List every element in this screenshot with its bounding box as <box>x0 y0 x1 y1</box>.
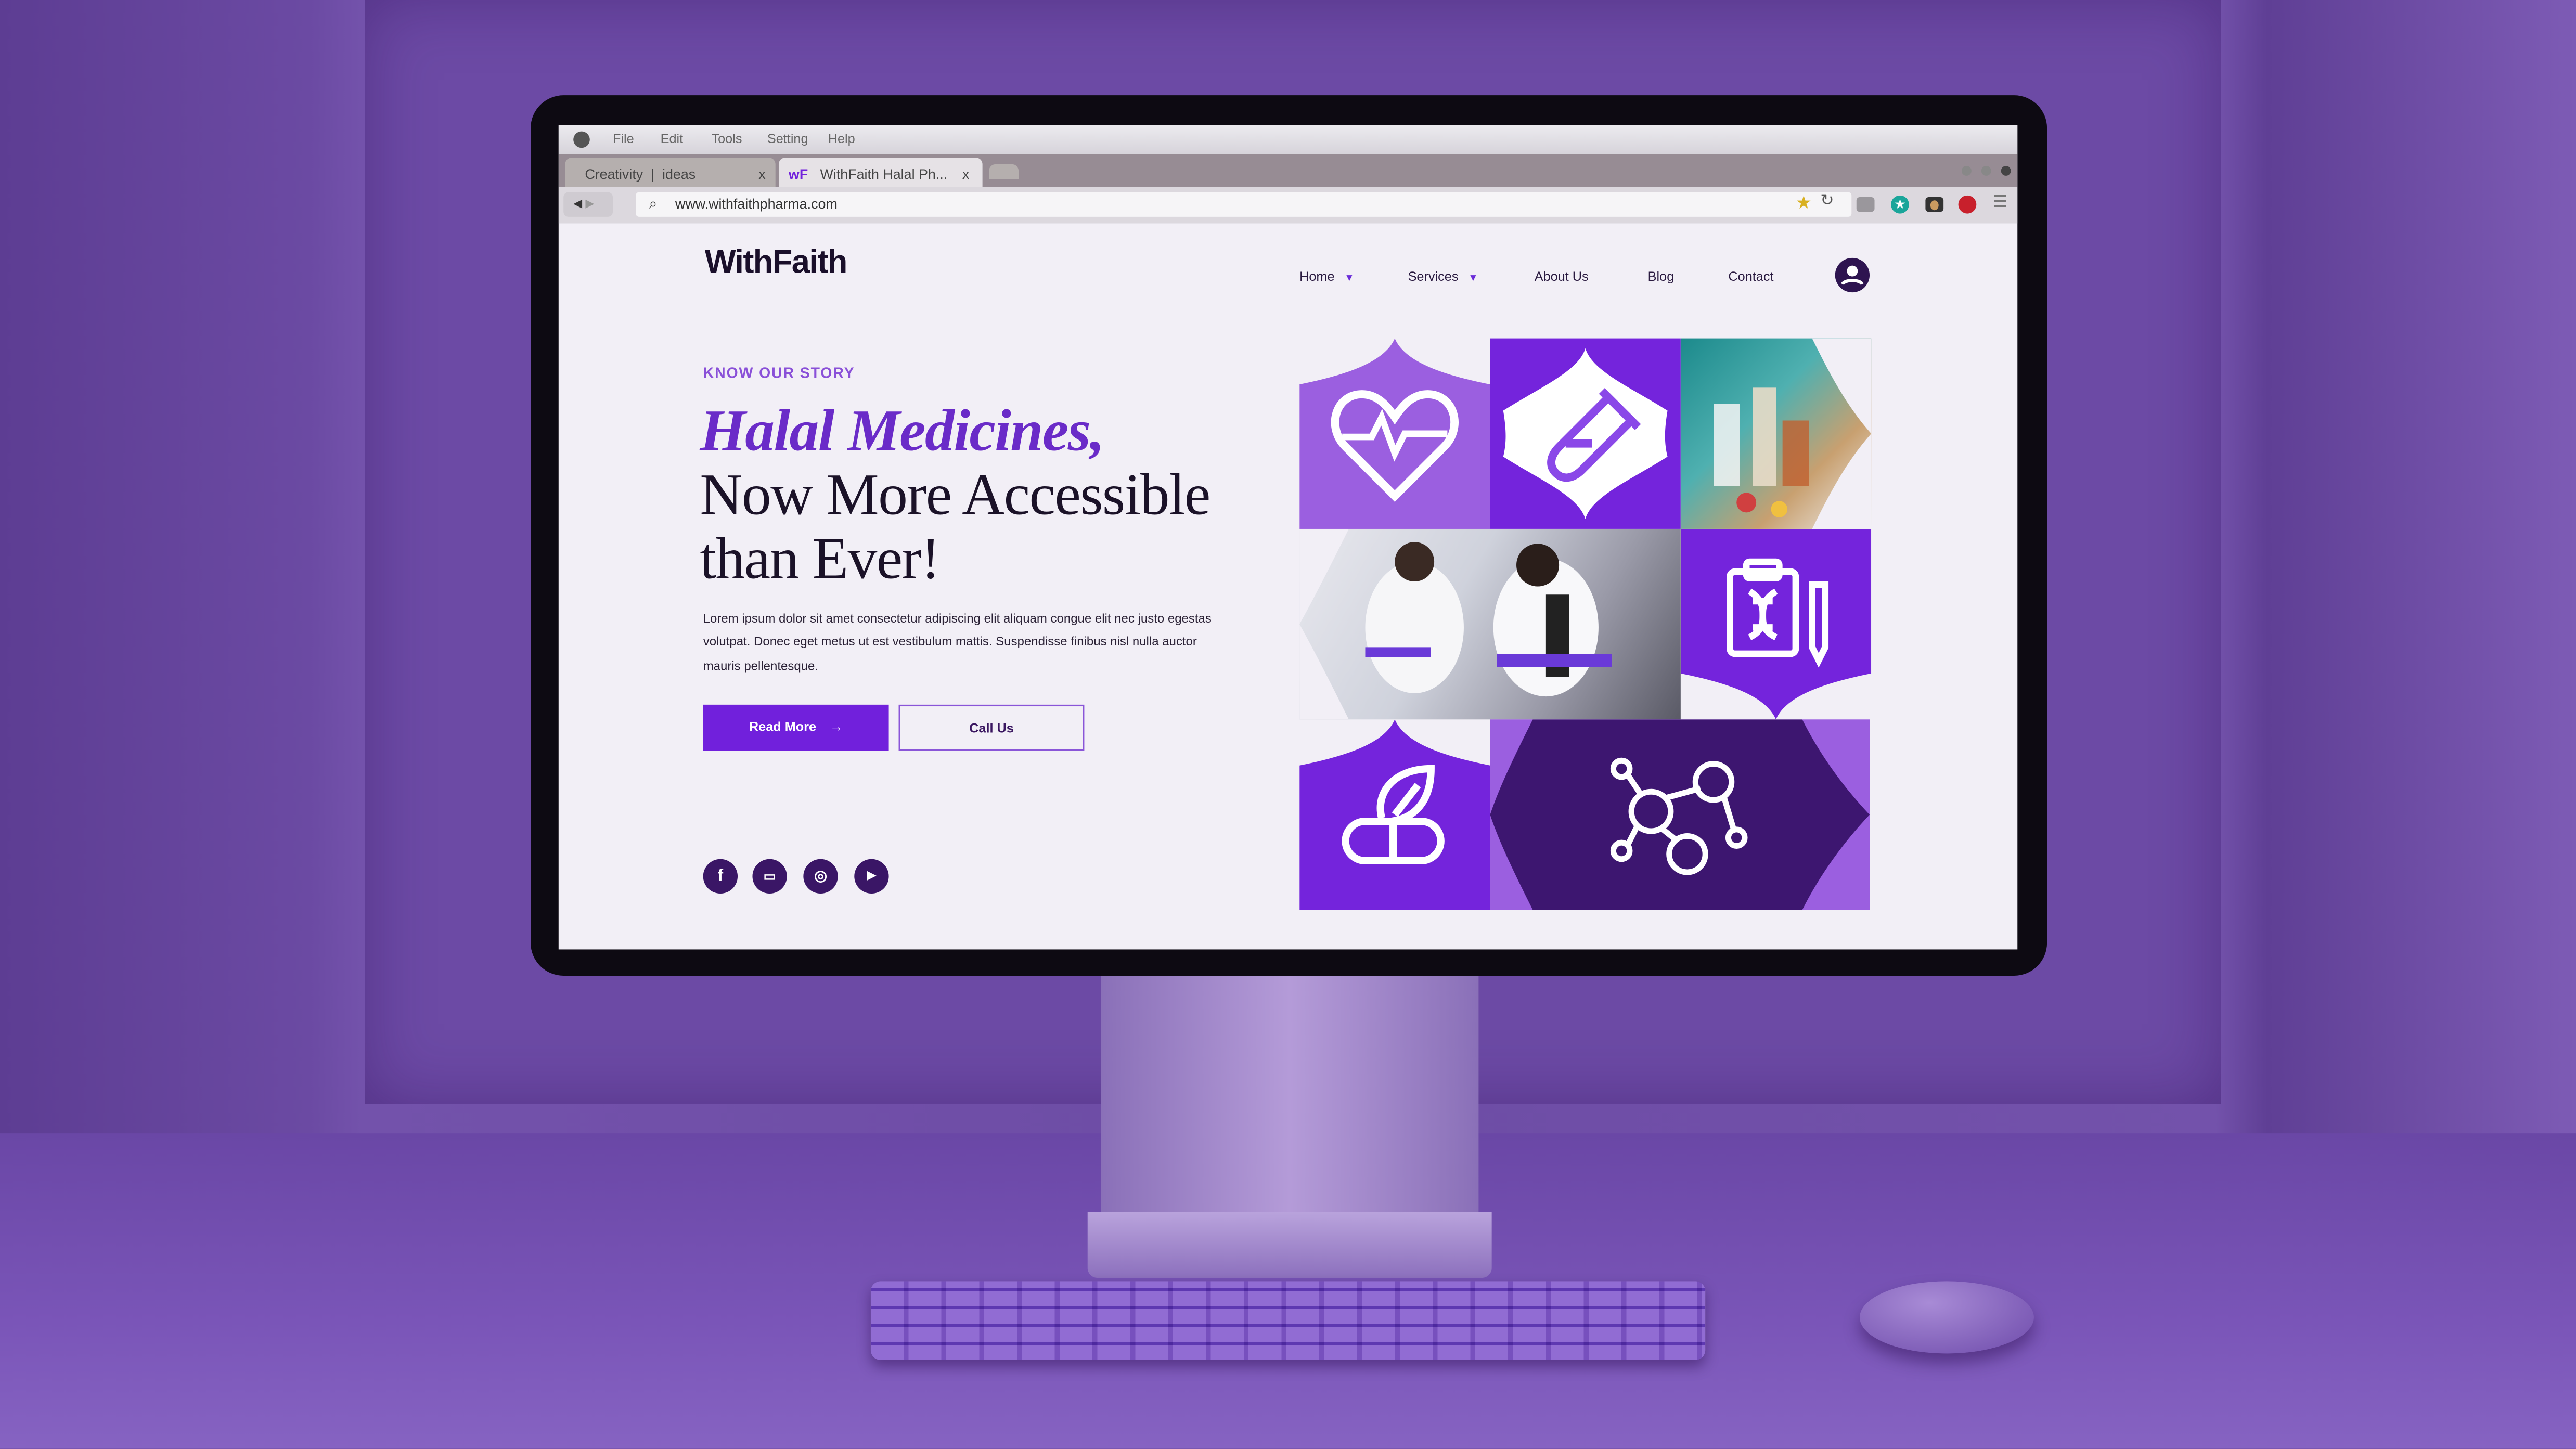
hero-description: Lorem ipsum dolor sit amet consectetur a… <box>703 611 1212 673</box>
call-us-button[interactable]: Call Us <box>898 704 1085 751</box>
tab-creativity[interactable]: Creativity | ideas x <box>565 158 776 188</box>
app-icon <box>573 131 590 148</box>
read-more-button[interactable]: Read More → <box>703 704 889 751</box>
extension-camera-icon[interactable] <box>1925 197 1944 212</box>
instagram-icon[interactable]: ◎ <box>803 859 838 894</box>
back-forward-buttons[interactable]: ◀ ▶ <box>563 192 613 217</box>
chevron-down-icon: ▼ <box>1344 274 1355 284</box>
hamburger-menu-icon[interactable]: ☰ <box>1993 195 2010 212</box>
tab-bar: Creativity | ideas x wF WithFaith Halal … <box>558 154 2018 188</box>
reload-icon[interactable]: ↻ <box>1820 192 1834 211</box>
youtube-icon[interactable]: ▶ <box>854 859 889 894</box>
favicon-wf-icon: wF <box>788 165 808 183</box>
nav-contact[interactable]: Contact <box>1728 269 1773 284</box>
nav-about-us[interactable]: About Us <box>1535 269 1589 284</box>
new-tab-button[interactable] <box>989 164 1019 179</box>
window-minimize-button[interactable] <box>1961 165 1972 176</box>
menu-setting[interactable]: Setting <box>767 132 808 146</box>
address-bar-row: ◀ ▶ ⌕ www.withfaithpharma.com ★ ↻ ★ ☰ <box>558 187 2018 224</box>
hero-title-line2: Now More Accessible <box>700 461 1210 527</box>
hero-title-line3: than Ever! <box>700 525 940 591</box>
extension-teal-star-icon[interactable]: ★ <box>1891 195 1909 214</box>
browser-window: File Edit Tools Setting Help Creativity … <box>558 125 2018 950</box>
url-text: www.withfaithpharma.com <box>675 195 838 212</box>
monitor-base <box>1087 1212 1492 1278</box>
tile-herbal-pill <box>1299 719 1490 910</box>
window-close-button[interactable] <box>2001 165 2011 176</box>
chevron-down-icon: ▼ <box>1468 274 1478 284</box>
website-page: WithFaith Home ▼ Services ▼ About Us Blog … <box>559 224 2017 950</box>
menu-file[interactable]: File <box>613 132 634 146</box>
twitch-icon[interactable]: ▭ <box>752 859 787 894</box>
hero-title-highlight: Halal Medicines, <box>700 397 1104 463</box>
tab-label: WithFaith Halal Ph... <box>820 165 948 183</box>
nav-services[interactable]: Services ▼ <box>1408 269 1478 284</box>
menu-edit[interactable]: Edit <box>661 132 684 146</box>
hero-kicker: KNOW OUR STORY <box>703 365 855 381</box>
hero-mosaic <box>1299 338 1872 910</box>
tile-heart <box>1299 338 1490 529</box>
tab-close-icon[interactable]: x <box>962 166 969 183</box>
menu-help[interactable]: Help <box>828 132 855 146</box>
nav-home[interactable]: Home ▼ <box>1299 269 1354 284</box>
nav-label: Home <box>1299 269 1335 284</box>
site-logo[interactable]: WithFaith <box>705 245 848 283</box>
menu-bar: File Edit Tools Setting Help <box>558 125 2018 154</box>
star-icon[interactable]: ★ <box>1796 192 1812 214</box>
nav-blog[interactable]: Blog <box>1648 269 1675 284</box>
tile-molecule-network <box>1490 719 1870 910</box>
forward-icon[interactable]: ▶ <box>585 199 594 210</box>
window-maximize-button[interactable] <box>1981 165 1991 176</box>
user-avatar-icon[interactable] <box>1835 257 1870 293</box>
mouse <box>1860 1281 2034 1354</box>
facebook-icon[interactable]: f <box>703 859 738 894</box>
menu-tools[interactable]: Tools <box>712 132 742 146</box>
photo-pill-bottles <box>1680 338 1872 529</box>
keyboard <box>870 1281 1706 1360</box>
extension-gray-icon[interactable] <box>1856 197 1875 212</box>
tab-close-icon[interactable]: x <box>758 166 765 183</box>
tile-test-tube <box>1490 338 1681 529</box>
arrow-right-icon: → <box>830 719 843 734</box>
search-icon: ⌕ <box>649 195 658 212</box>
tile-dna-clipboard <box>1680 528 1872 720</box>
button-label: Read More <box>749 719 817 734</box>
monitor-stand <box>1100 972 1479 1219</box>
back-icon[interactable]: ◀ <box>573 199 582 210</box>
extension-red-icon[interactable] <box>1958 195 1977 214</box>
photo-scientists-lab <box>1299 528 1681 720</box>
tab-label: Creativity | ideas <box>585 165 696 183</box>
tab-withfaith[interactable]: wF WithFaith Halal Ph... x <box>778 158 983 188</box>
nav-label: Services <box>1408 269 1459 284</box>
url-input[interactable]: ⌕ www.withfaithpharma.com ★ ↻ <box>636 192 1852 217</box>
